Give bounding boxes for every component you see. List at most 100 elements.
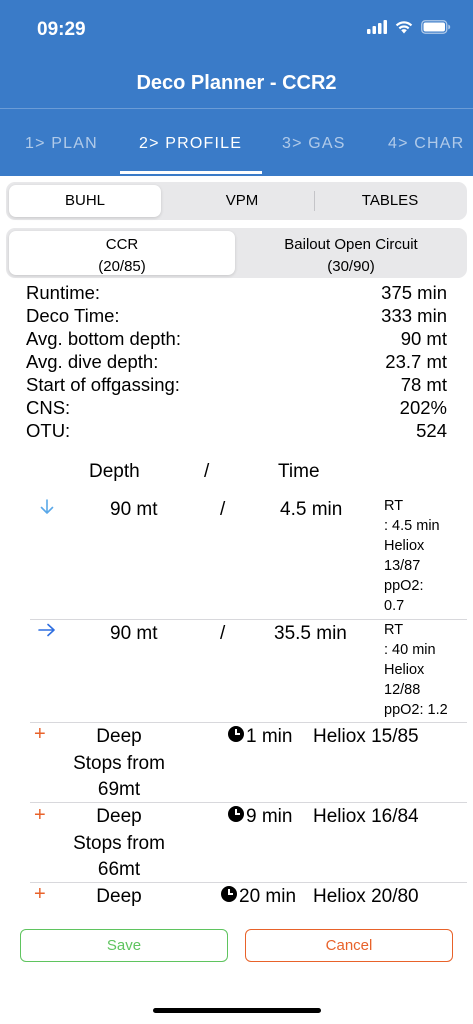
status-time: 09:29: [37, 19, 86, 40]
stat-value: 23.7 mt: [385, 351, 447, 372]
tab-profile[interactable]: 2> PROFILE: [139, 135, 242, 153]
tab-plan[interactable]: 1> PLAN: [25, 135, 98, 153]
page-title: Deco Planner - CCR2: [136, 72, 337, 94]
stat-label: Runtime:: [26, 282, 101, 303]
mode-bailout-label: Bailout Open Circuit: [284, 236, 418, 253]
stat-label: OTU:: [26, 420, 71, 441]
deco-name-line: Deep: [96, 806, 142, 827]
row-divider: [30, 882, 467, 883]
info-line: : 40 min: [384, 642, 436, 658]
plus-icon: +: [34, 804, 46, 826]
info-line: RT: [384, 622, 404, 638]
stat-value: 375 min: [381, 282, 447, 303]
deco-time-value: 9 min: [246, 806, 293, 827]
deco-time-value: 20 min: [239, 886, 297, 907]
clock-icon: [228, 806, 244, 822]
deco-name-line: Deep: [96, 726, 142, 747]
home-indicator[interactable]: [153, 1008, 321, 1013]
deco-name-line: Stops from: [73, 752, 165, 774]
deco-stop-time: 20 min: [221, 886, 296, 908]
deco-name-line: Deep: [96, 886, 142, 907]
plus-icon: +: [34, 723, 46, 745]
stat-start-offgassing: Start of offgassing: 78 mt: [26, 373, 447, 396]
segment-divider: [314, 191, 315, 211]
stat-label: Start of offgassing:: [26, 374, 180, 395]
mode-segmented-control: CCR (20/85) Bailout Open Circuit (30/90): [6, 228, 467, 278]
tab-gas[interactable]: 3> GAS: [282, 135, 346, 153]
action-bar: [0, 910, 473, 1024]
stat-value: 202%: [399, 397, 447, 418]
mode-bailout-button[interactable]: Bailout Open Circuit (30/90): [238, 231, 464, 275]
cellular-signal-icon: [367, 20, 387, 34]
app-header: 09:29 Deco Planner - CCR2 1> PLAN 2> PRO…: [0, 0, 473, 176]
deco-name-line: 69mt: [97, 779, 141, 800]
segment-depth: 90 mt: [110, 623, 158, 644]
deco-stop-name: Deep: [52, 884, 186, 911]
header-divider: [0, 108, 473, 109]
deco-stop-time: 1 min: [228, 726, 292, 748]
deco-stop-gas: Heliox 16/84: [313, 806, 419, 827]
plus-icon: +: [34, 883, 46, 905]
stat-cns: CNS: 202%: [26, 396, 447, 419]
deco-stop-time: 9 min: [228, 806, 292, 828]
info-line: : 4.5 min: [384, 518, 440, 534]
column-header-depth: Depth: [89, 461, 140, 482]
algorithm-vpm-button[interactable]: VPM: [166, 185, 318, 217]
stat-avg-bottom-depth: Avg. bottom depth: 90 mt: [26, 327, 447, 350]
cancel-button[interactable]: Cancel: [245, 929, 453, 962]
stat-avg-dive-depth: Avg. dive depth: 23.7 mt: [26, 350, 447, 373]
segment-info: RT : 4.5 min Heliox 13/87 ppO2: 0.7: [384, 496, 468, 616]
stat-label: CNS:: [26, 397, 71, 418]
info-line: Heliox: [384, 538, 425, 554]
mode-ccr-label: CCR: [105, 236, 139, 253]
deco-stop-name: Deep Stops from 69mt: [52, 724, 186, 804]
segment-separator: /: [220, 623, 226, 644]
algorithm-buhl-button[interactable]: BUHL: [9, 185, 161, 217]
deco-name-line: 66mt: [97, 859, 141, 880]
info-line: Heliox: [384, 662, 425, 678]
save-button[interactable]: Save: [20, 929, 228, 962]
status-icons: [367, 20, 451, 34]
info-line: 13/87: [384, 558, 421, 574]
mode-bailout-sublabel: (30/90): [327, 258, 375, 275]
deco-stop-gas: Heliox 20/80: [313, 886, 419, 907]
algorithm-segmented-control: BUHL VPM TABLES: [6, 182, 467, 220]
battery-icon: [421, 20, 451, 34]
dive-summary: Runtime: 375 min Deco Time: 333 min Avg. b…: [26, 281, 447, 442]
row-divider: [30, 802, 467, 803]
mode-ccr-sublabel: (20/85): [98, 258, 146, 275]
column-header-time: Time: [278, 461, 320, 482]
deco-stop-gas: Heliox 15/85: [313, 726, 419, 747]
clock-icon: [228, 726, 244, 742]
stat-label: Deco Time:: [26, 305, 120, 326]
segment-info: RT : 40 min Heliox 12/88 ppO2: 1.2: [384, 620, 468, 720]
segment-depth: 90 mt: [110, 499, 158, 520]
info-line: 12/88: [384, 682, 421, 698]
arrow-right-icon: [38, 623, 55, 637]
info-line: RT: [384, 498, 404, 514]
segment-time: 4.5 min: [280, 499, 343, 520]
status-bar: 09:29: [0, 0, 473, 60]
stat-otu: OTU: 524: [26, 419, 447, 442]
deco-time-value: 1 min: [246, 726, 293, 747]
stat-label: Avg. dive depth:: [26, 351, 159, 372]
tab-chart[interactable]: 4> CHAR: [388, 135, 464, 153]
clock-icon: [221, 886, 237, 902]
stat-deco-time: Deco Time: 333 min: [26, 304, 447, 327]
stat-value: 333 min: [381, 305, 447, 326]
stat-value: 524: [416, 420, 447, 441]
deco-stop-name: Deep Stops from 66mt: [52, 804, 186, 884]
stat-label: Avg. bottom depth:: [26, 328, 181, 349]
stat-value: 78 mt: [400, 374, 447, 395]
info-line: ppO2:: [384, 578, 424, 594]
column-header-separator: /: [204, 461, 210, 482]
mode-ccr-button[interactable]: CCR (20/85): [9, 231, 235, 275]
info-line: ppO2: 1.2: [384, 702, 448, 718]
tab-bar: 1> PLAN 2> PROFILE 3> GAS 4> CHAR: [0, 120, 473, 176]
active-tab-indicator: [120, 171, 262, 174]
segment-time: 35.5 min: [274, 623, 347, 644]
info-line: 0.7: [384, 598, 405, 614]
stat-runtime: Runtime: 375 min: [26, 281, 447, 304]
row-divider: [30, 722, 467, 723]
algorithm-tables-button[interactable]: TABLES: [316, 185, 464, 217]
